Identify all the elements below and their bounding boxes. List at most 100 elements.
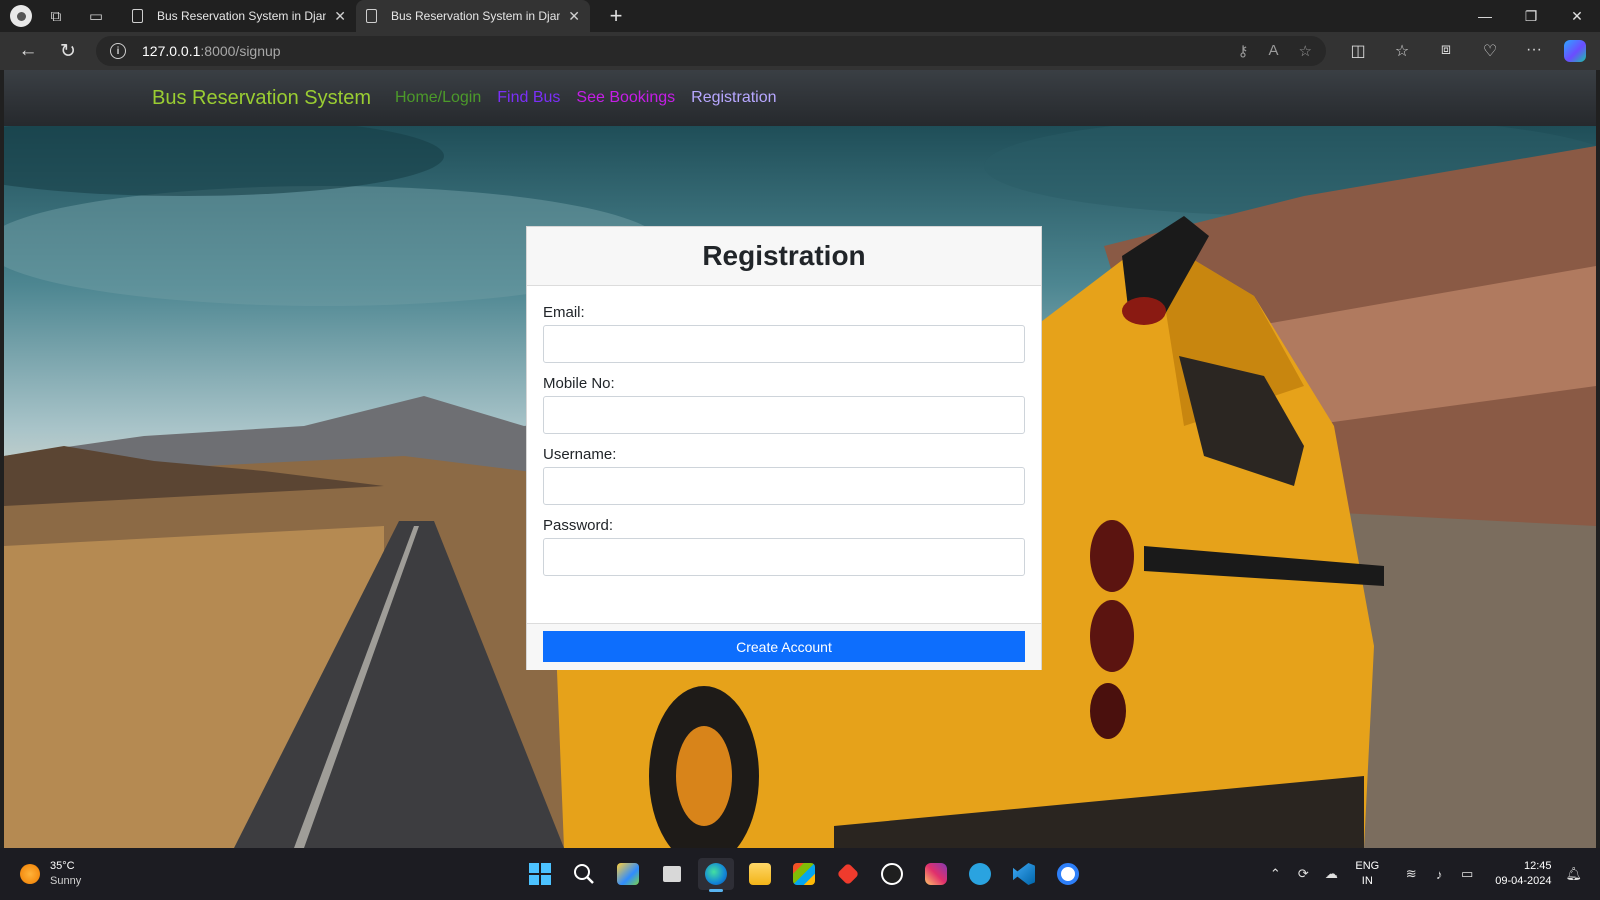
battery-icon[interactable]: ▭: [1453, 866, 1481, 882]
weather-condition: Sunny: [50, 875, 82, 887]
system-tray: ⌃ ⟳ ☁ ENG IN ≋ ♪ ▭ 12:45 09-04-2024 🔔︎: [1261, 848, 1582, 900]
volume-icon[interactable]: ♪: [1425, 867, 1453, 882]
store-glyph: [793, 863, 815, 885]
card-header: Registration: [527, 227, 1041, 286]
registration-form: Email: Mobile No: Username: Password:: [527, 286, 1041, 576]
more-options-icon[interactable]: ···: [1512, 41, 1556, 61]
onedrive-icon[interactable]: ☁: [1317, 866, 1345, 882]
language-indicator[interactable]: ENG IN: [1355, 859, 1379, 889]
telegram-app-icon[interactable]: [962, 858, 998, 890]
page-title: Registration: [702, 240, 866, 271]
clock-date: 09-04-2024: [1495, 875, 1552, 887]
vscode-app-icon[interactable]: [1006, 858, 1042, 890]
whatsapp-app-icon[interactable]: [874, 858, 910, 890]
tab-actions-icon[interactable]: ▭: [82, 2, 110, 30]
browser-tab-2[interactable]: Bus Reservation System in Djang ✕: [356, 0, 590, 32]
chevron-up-icon[interactable]: ⌃: [1261, 866, 1289, 882]
collections-icon[interactable]: ⧈: [1424, 41, 1468, 61]
mobile-group: Mobile No:: [543, 375, 1025, 434]
weather-widget[interactable]: 35°C Sunny: [20, 859, 81, 889]
instagram-app-icon[interactable]: [918, 858, 954, 890]
widgets-app-icon[interactable]: [610, 858, 646, 890]
browser-tab-1[interactable]: Bus Reservation System in Djang ✕: [122, 0, 356, 32]
clock[interactable]: 12:45 09-04-2024: [1495, 859, 1551, 889]
close-window-icon[interactable]: ✕: [1554, 8, 1600, 25]
username-group: Username:: [543, 446, 1025, 505]
edge-app-icon[interactable]: [698, 858, 734, 892]
page-icon: [366, 9, 377, 23]
nav-link-home-login[interactable]: Home/Login: [395, 89, 481, 107]
browser-actions: ◫ ☆ ⧈ ♡ ···: [1336, 41, 1556, 61]
copilot-icon[interactable]: [1564, 40, 1586, 62]
email-label: Email:: [543, 304, 585, 321]
profile-icon[interactable]: [10, 5, 32, 27]
taskbar: 35°C Sunny ⌃ ⟳ ☁ ENG IN ≋ ♪ ▭ 12:45 09-0…: [0, 848, 1600, 900]
username-label: Username:: [543, 446, 617, 463]
weather-temperature: 35°C: [50, 860, 75, 872]
region-code: IN: [1361, 875, 1373, 887]
create-account-button[interactable]: Create Account: [543, 631, 1025, 662]
weather-text: 35°C Sunny: [50, 859, 81, 889]
new-tab-button[interactable]: +: [602, 3, 630, 29]
browser-tab-strip: ⧉ ▭ Bus Reservation System in Djang ✕ Bu…: [0, 0, 1600, 32]
nav-link-registration[interactable]: Registration: [691, 89, 776, 107]
search-icon[interactable]: [566, 858, 602, 890]
password-label: Password:: [543, 517, 614, 534]
folder-glyph: [749, 863, 771, 885]
anydesk-app-icon[interactable]: [830, 858, 866, 890]
diamond-glyph: [836, 862, 860, 886]
notification-bell-icon[interactable]: 🔔︎: [1565, 866, 1582, 882]
username-field[interactable]: [543, 467, 1025, 505]
refresh-icon[interactable]: ↻: [48, 40, 88, 63]
nav-link-find-bus[interactable]: Find Bus: [497, 89, 560, 107]
task-view-glyph: [663, 866, 681, 882]
store-app-icon[interactable]: [786, 858, 822, 890]
clock-time: 12:45: [1523, 860, 1552, 872]
nav-link-see-bookings[interactable]: See Bookings: [576, 89, 675, 107]
file-explorer-icon[interactable]: [742, 858, 778, 890]
registration-card: Registration Email: Mobile No: Username:…: [526, 226, 1042, 670]
address-bar-icons: ⚷ A ☆: [1238, 42, 1312, 60]
widgets-glyph: [617, 863, 639, 885]
email-group: Email:: [543, 304, 1025, 363]
task-view-icon[interactable]: [654, 858, 690, 890]
windows-logo-icon: [529, 863, 551, 885]
favorites-icon[interactable]: ☆: [1380, 41, 1424, 61]
tab-title: Bus Reservation System in Djang: [157, 9, 327, 23]
wifi-icon[interactable]: ≋: [1397, 866, 1425, 882]
site-brand[interactable]: Bus Reservation System: [152, 87, 371, 110]
page-viewport: Bus Reservation System Home/Login Find B…: [4, 70, 1596, 848]
password-field[interactable]: [543, 538, 1025, 576]
start-button[interactable]: [522, 858, 558, 890]
back-icon[interactable]: ←: [8, 40, 48, 62]
key-icon[interactable]: ⚷: [1238, 42, 1249, 60]
browser-toolbar: ← ↻ i 127.0.0.1:8000/signup ⚷ A ☆ ◫ ☆ ⧈ …: [0, 32, 1600, 70]
url-text[interactable]: 127.0.0.1:8000/signup: [142, 43, 281, 59]
language-code: ENG: [1355, 860, 1380, 872]
sync-icon[interactable]: ⟳: [1289, 866, 1317, 882]
email-field[interactable]: [543, 325, 1025, 363]
app-store-icon[interactable]: [1050, 858, 1086, 890]
close-tab-icon[interactable]: ✕: [568, 8, 580, 25]
background-photo: Registration Email: Mobile No: Username:…: [4, 126, 1596, 848]
tab-title: Bus Reservation System in Djang: [391, 9, 561, 23]
instagram-glyph: [925, 863, 947, 885]
password-group: Password:: [543, 517, 1025, 576]
a-glyph: [1057, 863, 1079, 885]
taskbar-apps: [522, 858, 1086, 892]
vscode-glyph: [1013, 863, 1035, 885]
address-bar[interactable]: i 127.0.0.1:8000/signup ⚷ A ☆: [96, 36, 1326, 66]
read-aloud-icon[interactable]: A: [1269, 42, 1279, 60]
favorite-star-icon[interactable]: ☆: [1299, 42, 1312, 60]
site-info-icon[interactable]: i: [110, 43, 126, 59]
mobile-label: Mobile No:: [543, 375, 615, 392]
mobile-field[interactable]: [543, 396, 1025, 434]
minimize-icon[interactable]: —: [1462, 8, 1508, 25]
restore-icon[interactable]: ❐: [1508, 8, 1554, 25]
workspaces-icon[interactable]: ⧉: [42, 2, 70, 30]
close-tab-icon[interactable]: ✕: [334, 8, 346, 25]
sun-icon: [20, 864, 40, 884]
browser-essentials-icon[interactable]: ♡: [1468, 41, 1512, 61]
card-footer: Create Account: [527, 623, 1041, 670]
split-screen-icon[interactable]: ◫: [1336, 41, 1380, 61]
